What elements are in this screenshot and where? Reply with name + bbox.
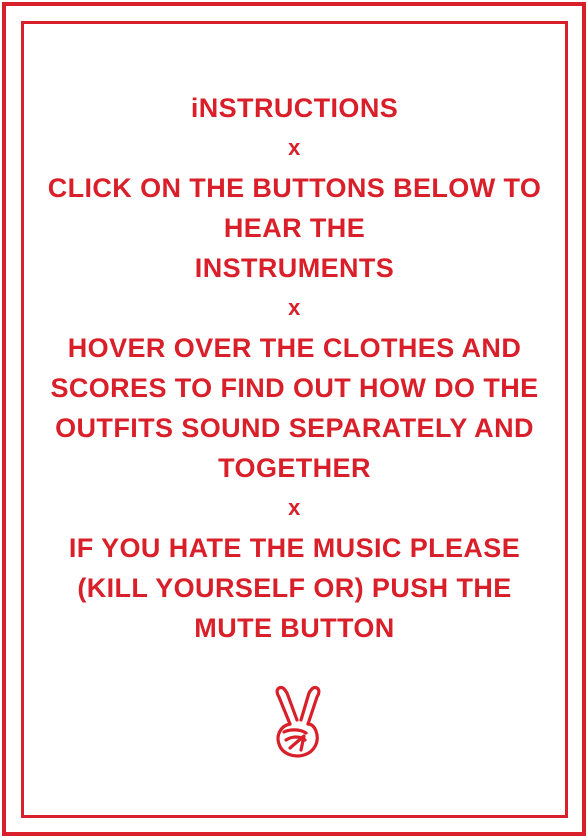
step1-line: INSTRUMENTS — [194, 253, 395, 283]
separator: x — [288, 295, 301, 320]
step2-line: HOVER OVER THE CLOTHES AND — [67, 333, 522, 363]
step2-line: SCORES TO FIND OUT HOW DO THE — [50, 373, 539, 403]
instructions-title: iNSTRUCTIONS — [190, 93, 399, 123]
step3-line: (KILL YOURSELF OR) PUSH THE — [77, 573, 512, 603]
peace-hand-icon — [270, 684, 326, 760]
step2-line: OUTFITS SOUND SEPARATELY AND — [55, 413, 534, 443]
instructions-text: iNSTRUCTIONS x CLICK ON THE BUTTONS BELO… — [24, 88, 565, 648]
step3-line: MUTE BUTTON — [194, 613, 395, 643]
separator: x — [288, 135, 301, 160]
step2-line: TOGETHER — [218, 453, 371, 483]
step1-line: CLICK ON THE BUTTONS BELOW TO — [47, 173, 542, 203]
step1-line: HEAR THE — [223, 213, 366, 243]
separator: x — [288, 495, 301, 520]
instructions-page: iNSTRUCTIONS x CLICK ON THE BUTTONS BELO… — [0, 0, 588, 838]
step3-line: IF YOU HATE THE MUSIC PLEASE — [68, 533, 521, 563]
